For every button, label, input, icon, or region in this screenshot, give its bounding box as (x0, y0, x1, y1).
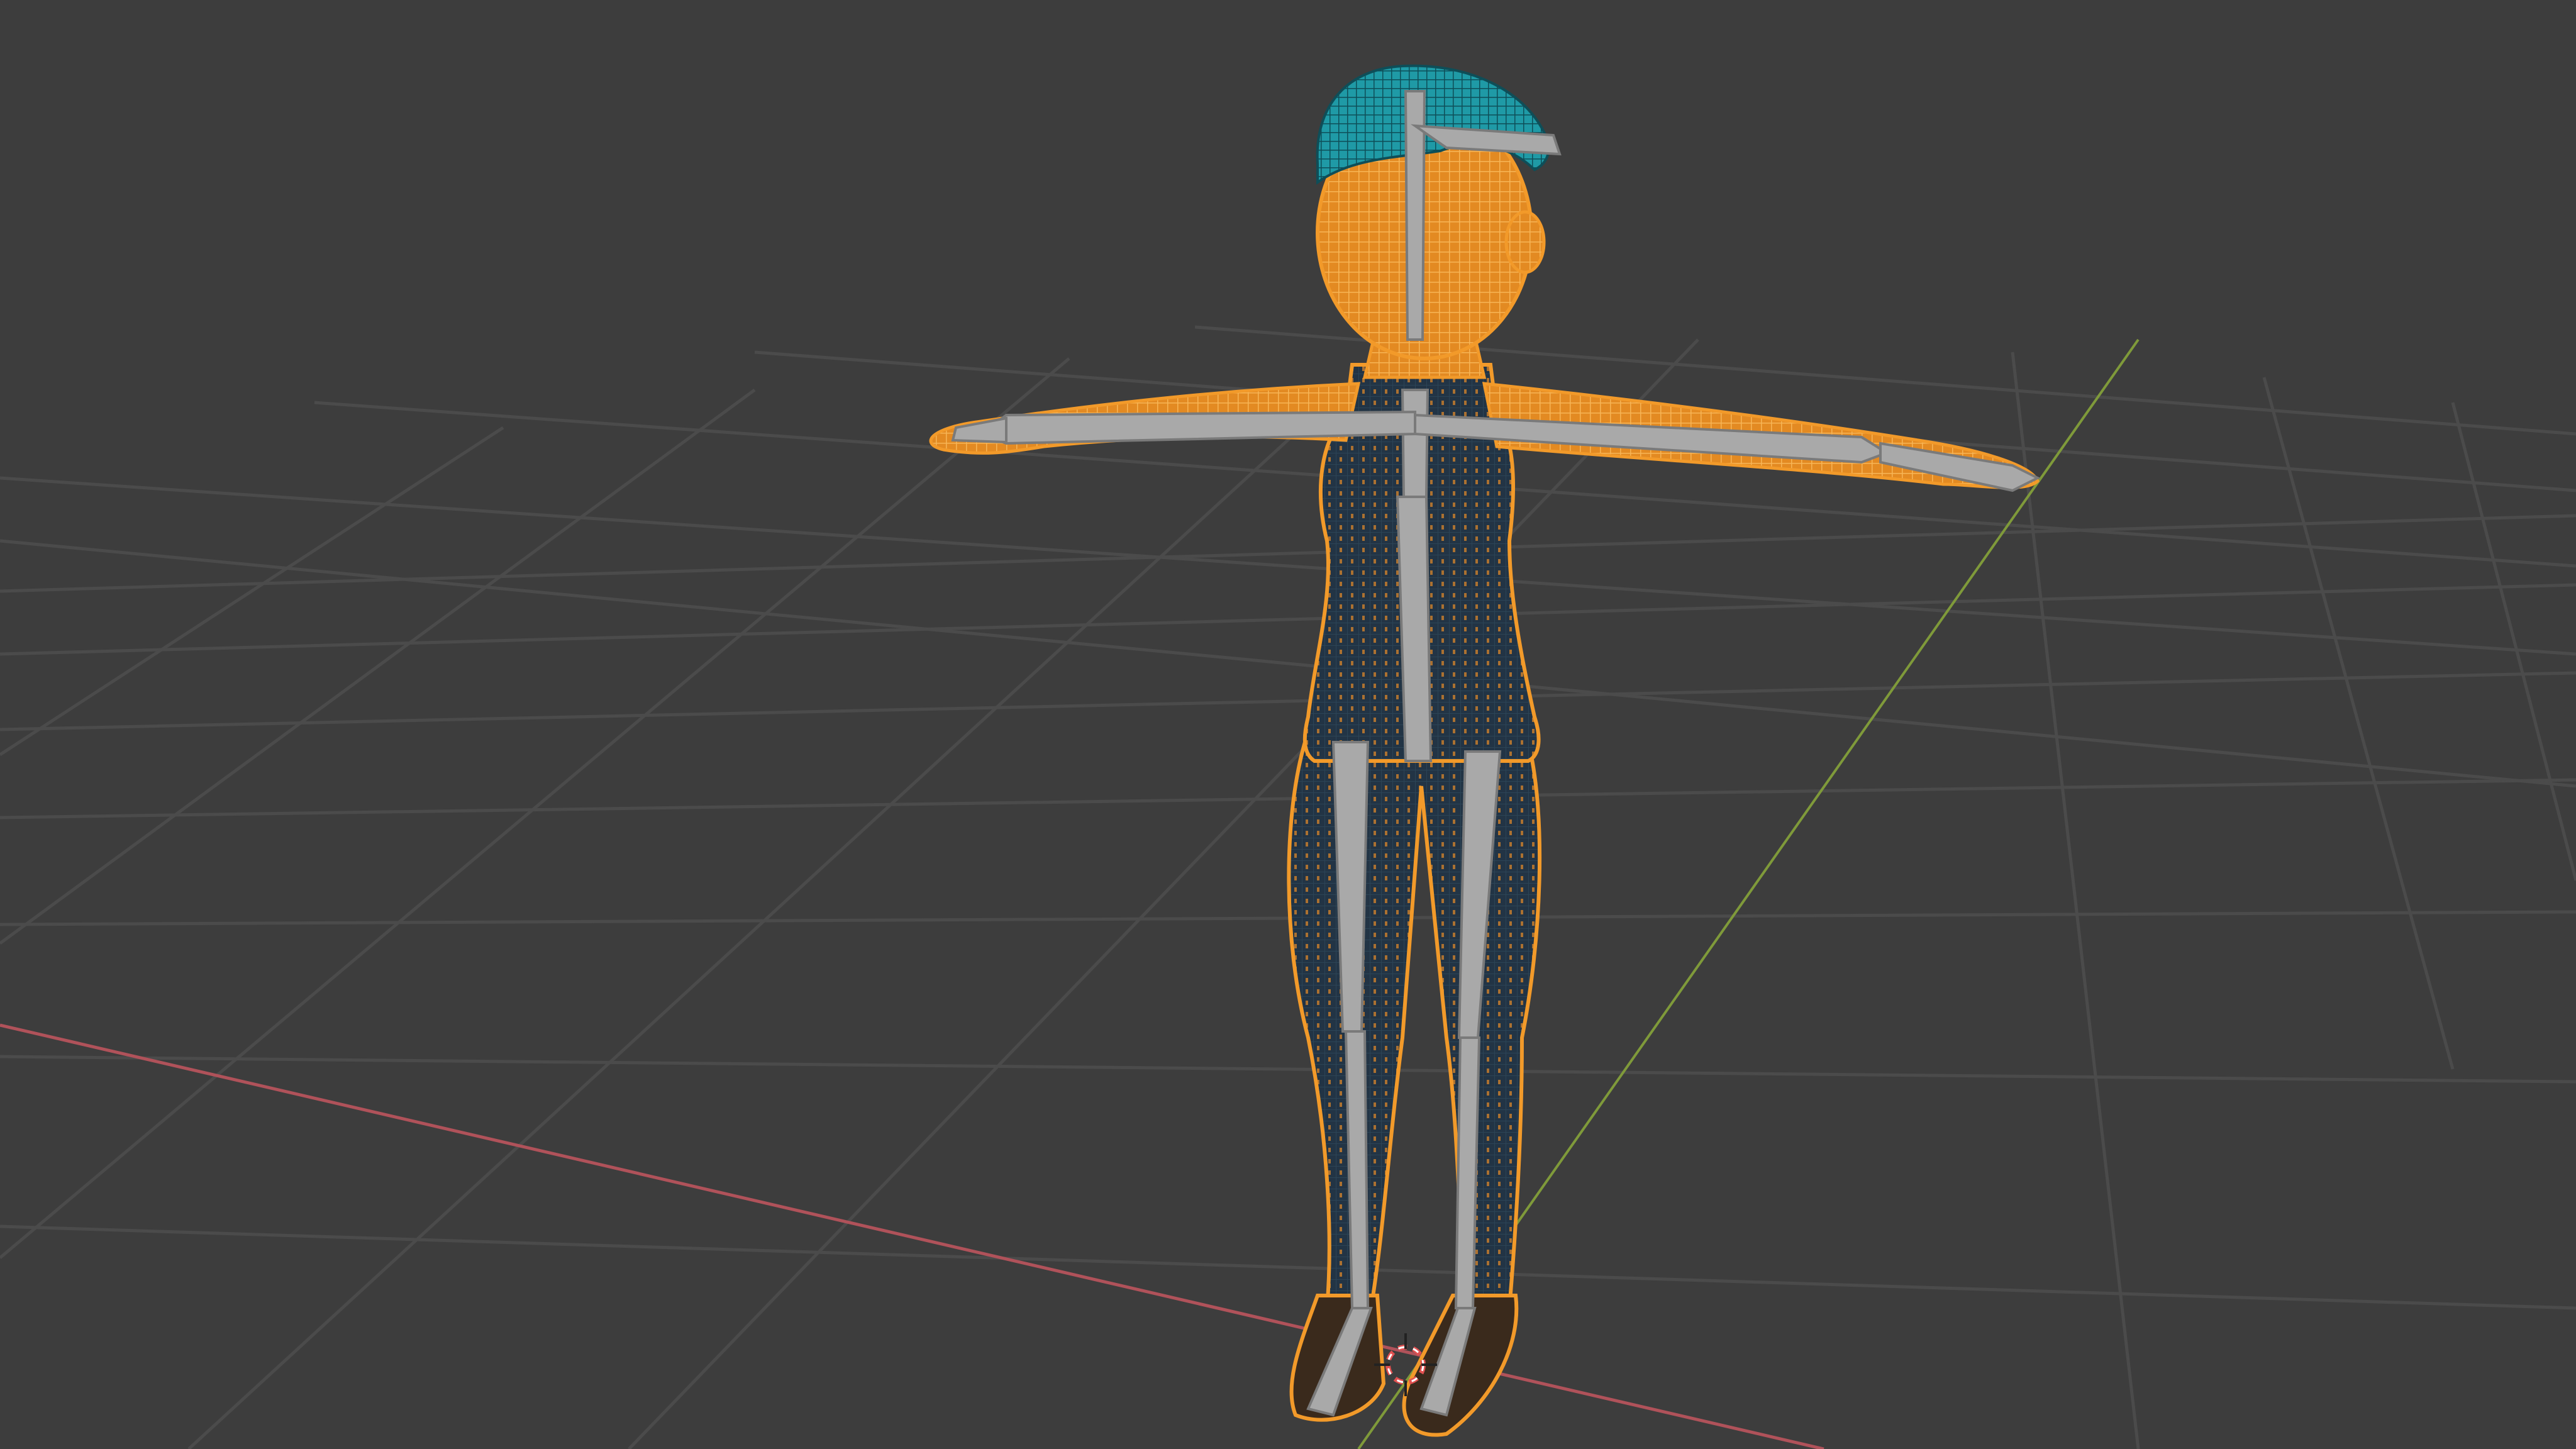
viewport-background (0, 0, 2576, 1449)
bone-neck[interactable] (1401, 389, 1430, 498)
viewport-canvas[interactable] (0, 0, 2576, 1449)
3d-viewport[interactable] (0, 0, 2576, 1449)
character-ear (1504, 210, 1546, 274)
